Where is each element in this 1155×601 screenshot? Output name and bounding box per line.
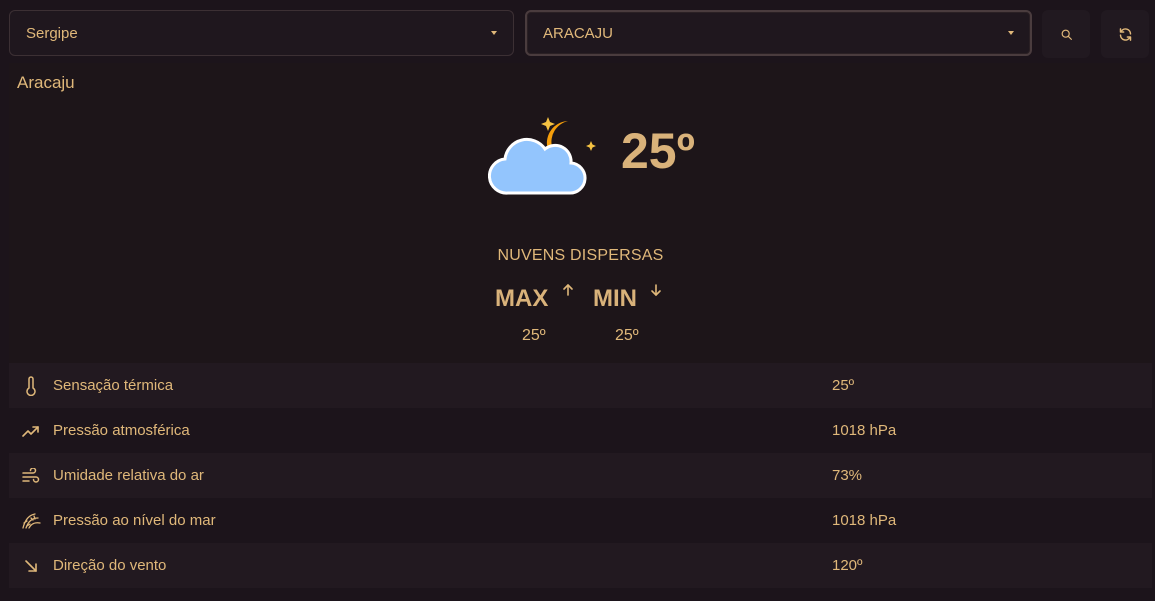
detail-row-pressure: Pressão atmosférica 1018 hPa bbox=[9, 408, 1152, 453]
detail-value: 25º bbox=[832, 377, 855, 394]
detail-label: Pressão ao nível do mar bbox=[53, 512, 216, 529]
current-temperature: 25º bbox=[621, 123, 695, 179]
detail-value: 1018 hPa bbox=[832, 512, 897, 529]
wave-icon bbox=[22, 512, 41, 529]
arrow-down-right-icon bbox=[25, 559, 37, 572]
detail-value: 120º bbox=[832, 557, 863, 574]
weather-details-list: Sensação térmica 25º Pressão atmosférica… bbox=[9, 363, 1152, 588]
min-label: MIN bbox=[593, 285, 637, 312]
chevron-down-icon bbox=[1008, 31, 1014, 35]
city-title: Aracaju bbox=[17, 73, 75, 92]
chevron-down-icon bbox=[491, 31, 497, 35]
detail-row-feels-like: Sensação térmica 25º bbox=[9, 363, 1152, 408]
refresh-icon bbox=[1119, 27, 1131, 41]
detail-value: 1018 hPa bbox=[832, 422, 897, 439]
refresh-button[interactable] bbox=[1101, 10, 1149, 58]
arrow-down-icon bbox=[651, 284, 661, 296]
thermometer-icon bbox=[26, 375, 36, 396]
state-select-value: Sergipe bbox=[26, 24, 78, 42]
arrow-up-icon bbox=[563, 284, 573, 296]
detail-row-wind-direction: Direção do vento 120º bbox=[9, 543, 1152, 588]
search-icon bbox=[1061, 29, 1072, 40]
detail-row-sea-level: Pressão ao nível do mar 1018 hPa bbox=[9, 498, 1152, 543]
max-value: 25º bbox=[522, 327, 546, 344]
detail-label: Direção do vento bbox=[53, 557, 167, 574]
state-select[interactable]: Sergipe bbox=[9, 10, 514, 56]
detail-label: Pressão atmosférica bbox=[53, 422, 190, 439]
search-button[interactable] bbox=[1042, 10, 1090, 58]
city-select-value: ARACAJU bbox=[543, 24, 614, 42]
detail-value: 73% bbox=[832, 467, 863, 484]
trending-up-icon bbox=[22, 425, 39, 437]
min-value: 25º bbox=[615, 327, 639, 344]
city-select[interactable]: ARACAJU bbox=[525, 10, 1032, 56]
cloud-moon-icon bbox=[488, 117, 596, 195]
detail-label: Umidade relativa do ar bbox=[53, 467, 204, 484]
weather-description: NUVENS DISPERSAS bbox=[497, 247, 664, 264]
detail-row-humidity: Umidade relativa do ar 73% bbox=[9, 453, 1152, 498]
max-label: MAX bbox=[495, 285, 549, 312]
wind-icon bbox=[22, 467, 40, 483]
detail-label: Sensação térmica bbox=[53, 377, 174, 394]
current-weather-panel: Aracaju 25º NUVENS DISPERSAS MAX MIN 25º… bbox=[9, 63, 1152, 363]
